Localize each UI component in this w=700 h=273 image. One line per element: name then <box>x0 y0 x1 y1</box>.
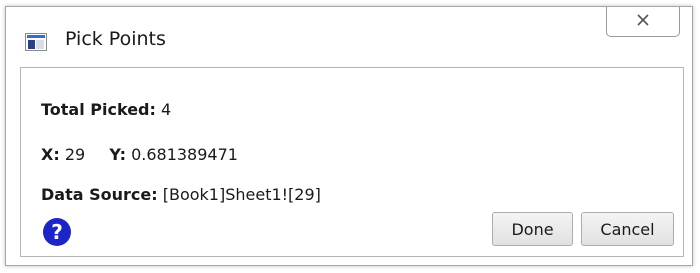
close-icon <box>636 12 650 31</box>
total-picked-value: 4 <box>160 100 172 119</box>
y-value: 0.681389471 <box>131 145 238 164</box>
total-picked-row: Total Picked: 4 <box>41 100 171 119</box>
total-picked-label: Total Picked: <box>41 100 156 119</box>
help-icon: ? <box>51 220 63 244</box>
x-label: X: <box>41 145 60 164</box>
close-button[interactable] <box>606 7 680 37</box>
data-source-label: Data Source: <box>41 185 158 204</box>
cancel-button[interactable]: Cancel <box>581 212 674 246</box>
dialog-content: Total Picked: 4 X: 29 Y: 0.681389471 Dat… <box>20 67 684 257</box>
coordinates-row: X: 29 Y: 0.681389471 <box>41 145 238 164</box>
x-value: 29 <box>64 145 86 164</box>
help-button[interactable]: ? <box>43 218 71 246</box>
window-title: Pick Points <box>65 28 166 50</box>
pick-points-dialog: Pick Points Total Picked: 4 X: 29 Y: 0.6… <box>5 6 693 266</box>
data-source-value: [Book1]Sheet1![29] <box>162 185 321 204</box>
y-label: Y: <box>109 145 126 164</box>
chart-window-icon <box>25 33 47 51</box>
done-button[interactable]: Done <box>492 212 573 246</box>
title-bar: Pick Points <box>6 7 692 67</box>
data-source-row: Data Source: [Book1]Sheet1![29] <box>41 185 321 204</box>
